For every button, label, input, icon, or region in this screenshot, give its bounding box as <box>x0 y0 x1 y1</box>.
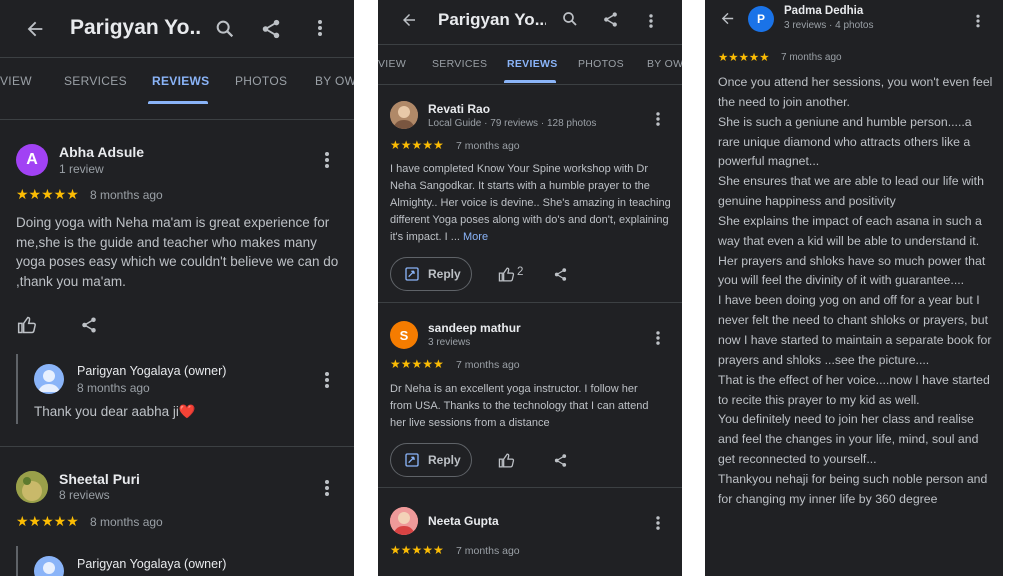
tab-photos[interactable]: PHOTOS <box>578 58 624 70</box>
reply-icon <box>405 453 419 467</box>
tab-overview[interactable]: VIEW <box>0 74 32 88</box>
avatar[interactable] <box>390 507 418 535</box>
divider <box>378 302 682 303</box>
review-time: 7 months ago <box>781 52 842 63</box>
owner-reply-time: 8 months ago <box>77 381 150 395</box>
thumbs-up-icon[interactable] <box>16 314 38 336</box>
star-rating: ★★★★★ <box>16 513 79 529</box>
review-text: I have completed Know Your Spine worksho… <box>390 161 672 246</box>
review-time: 7 months ago <box>456 140 520 152</box>
avatar[interactable] <box>16 471 48 503</box>
share-icon[interactable] <box>258 16 284 42</box>
reviewer-name[interactable]: Revati Rao <box>428 102 490 116</box>
screenshot-panel-3: P Padma Dedhia 3 reviews · 4 photos ★★★★… <box>705 0 1003 576</box>
divider <box>378 84 682 85</box>
tab-by-owner[interactable]: BY OWN <box>315 74 354 88</box>
reviewer-name[interactable]: Neeta Gupta <box>428 514 499 528</box>
reviewer-meta: 8 reviews <box>59 488 110 502</box>
reviewer-meta: 3 reviews <box>428 337 471 348</box>
tab-services[interactable]: SERVICES <box>64 74 127 88</box>
active-tab-indicator <box>504 80 556 83</box>
more-vert-icon[interactable] <box>976 13 980 29</box>
tab-photos[interactable]: PHOTOS <box>235 74 287 88</box>
tab-bar: VIEW SERVICES REVIEWS PHOTOS BY OW <box>378 45 682 83</box>
review-time: 8 months ago <box>90 515 163 529</box>
share-icon[interactable] <box>600 9 620 29</box>
divider <box>378 487 682 488</box>
share-icon[interactable] <box>550 264 570 284</box>
divider <box>0 119 354 120</box>
more-vert-icon[interactable] <box>656 111 660 128</box>
reply-button[interactable]: Reply <box>390 443 472 477</box>
reply-indicator-bar <box>16 546 18 576</box>
owner-reply-text: Thank you dear aabha ji❤️ <box>34 404 196 419</box>
owner-avatar[interactable] <box>34 556 64 576</box>
more-vert-icon[interactable] <box>656 515 660 532</box>
tab-services[interactable]: SERVICES <box>432 58 487 70</box>
screenshot-panel-1: Parigyan Yo... VIEW SERVICES REVIEWS PHO… <box>0 0 354 576</box>
reviewer-meta: 3 reviews · 4 photos <box>784 20 874 31</box>
back-arrow-icon[interactable] <box>398 9 420 31</box>
reviewer-name[interactable]: Abha Adsule <box>59 144 144 160</box>
place-title: Parigyan Yo... <box>70 16 200 39</box>
owner-avatar[interactable] <box>34 364 64 394</box>
review-time: 7 months ago <box>456 545 520 557</box>
avatar[interactable]: S <box>390 321 418 349</box>
reviewer-meta: 1 review <box>59 162 104 176</box>
search-icon[interactable] <box>560 9 580 29</box>
star-rating: ★★★★★ <box>390 543 444 557</box>
reviewer-name[interactable]: Sheetal Puri <box>59 471 140 487</box>
share-icon[interactable] <box>550 450 570 470</box>
more-vert-icon[interactable] <box>649 13 653 30</box>
avatar[interactable] <box>390 101 418 129</box>
reply-button[interactable]: Reply <box>390 257 472 291</box>
reply-indicator-bar <box>16 354 18 424</box>
more-vert-icon[interactable] <box>325 370 329 390</box>
review-text: Dr Neha is an excellent yoga instructor.… <box>390 383 649 429</box>
reviewer-meta: Local Guide · 79 reviews · 128 photos <box>428 118 597 129</box>
reviewer-name[interactable]: Padma Dedhia <box>784 5 863 17</box>
back-arrow-icon[interactable] <box>717 8 737 28</box>
thumbs-up-icon[interactable] <box>496 450 516 470</box>
star-rating: ★★★★★ <box>390 138 444 152</box>
more-vert-icon[interactable] <box>656 330 660 347</box>
review-time: 7 months ago <box>456 359 520 371</box>
more-vert-icon[interactable] <box>318 18 322 38</box>
more-vert-icon[interactable] <box>325 150 329 170</box>
avatar[interactable]: A <box>16 144 48 176</box>
more-vert-icon[interactable] <box>325 478 329 498</box>
place-title: Parigyan Yo... <box>438 10 546 29</box>
tab-by-owner[interactable]: BY OW <box>647 58 682 70</box>
more-link[interactable]: More <box>463 231 488 243</box>
review-text: Doing yoga with Neha ma'am is great expe… <box>16 215 339 289</box>
review-text: Once you attend her sessions, you won't … <box>718 75 993 506</box>
divider <box>0 446 354 447</box>
like-count: 2 <box>517 266 524 278</box>
owner-name[interactable]: Parigyan Yogalaya (owner) <box>77 364 226 378</box>
star-rating: ★★★★★ <box>390 357 444 371</box>
star-rating: ★★★★★ <box>16 186 79 202</box>
back-arrow-icon[interactable] <box>22 16 48 42</box>
search-icon[interactable] <box>212 16 238 42</box>
thumbs-up-icon[interactable] <box>496 264 516 284</box>
owner-name[interactable]: Parigyan Yogalaya (owner) <box>77 557 226 571</box>
app-bar: Parigyan Yo... <box>0 0 354 56</box>
share-icon[interactable] <box>78 314 100 336</box>
star-rating: ★★★★★ <box>718 52 770 64</box>
active-tab-indicator <box>148 101 208 104</box>
tab-reviews[interactable]: REVIEWS <box>507 58 558 70</box>
tab-bar: VIEW SERVICES REVIEWS PHOTOS BY OWN <box>0 58 354 104</box>
review-text-content: I have completed Know Your Spine worksho… <box>390 163 671 243</box>
tab-overview[interactable]: VIEW <box>378 58 406 70</box>
reply-icon <box>405 267 419 281</box>
reply-label: Reply <box>428 453 461 467</box>
reviewer-name[interactable]: sandeep mathur <box>428 321 521 335</box>
reply-label: Reply <box>428 267 461 281</box>
tab-reviews[interactable]: REVIEWS <box>152 74 209 88</box>
review-time: 8 months ago <box>90 188 163 202</box>
screenshot-panel-2: Parigyan Yo... VIEW SERVICES REVIEWS PHO… <box>378 0 682 576</box>
avatar[interactable]: P <box>748 6 774 32</box>
